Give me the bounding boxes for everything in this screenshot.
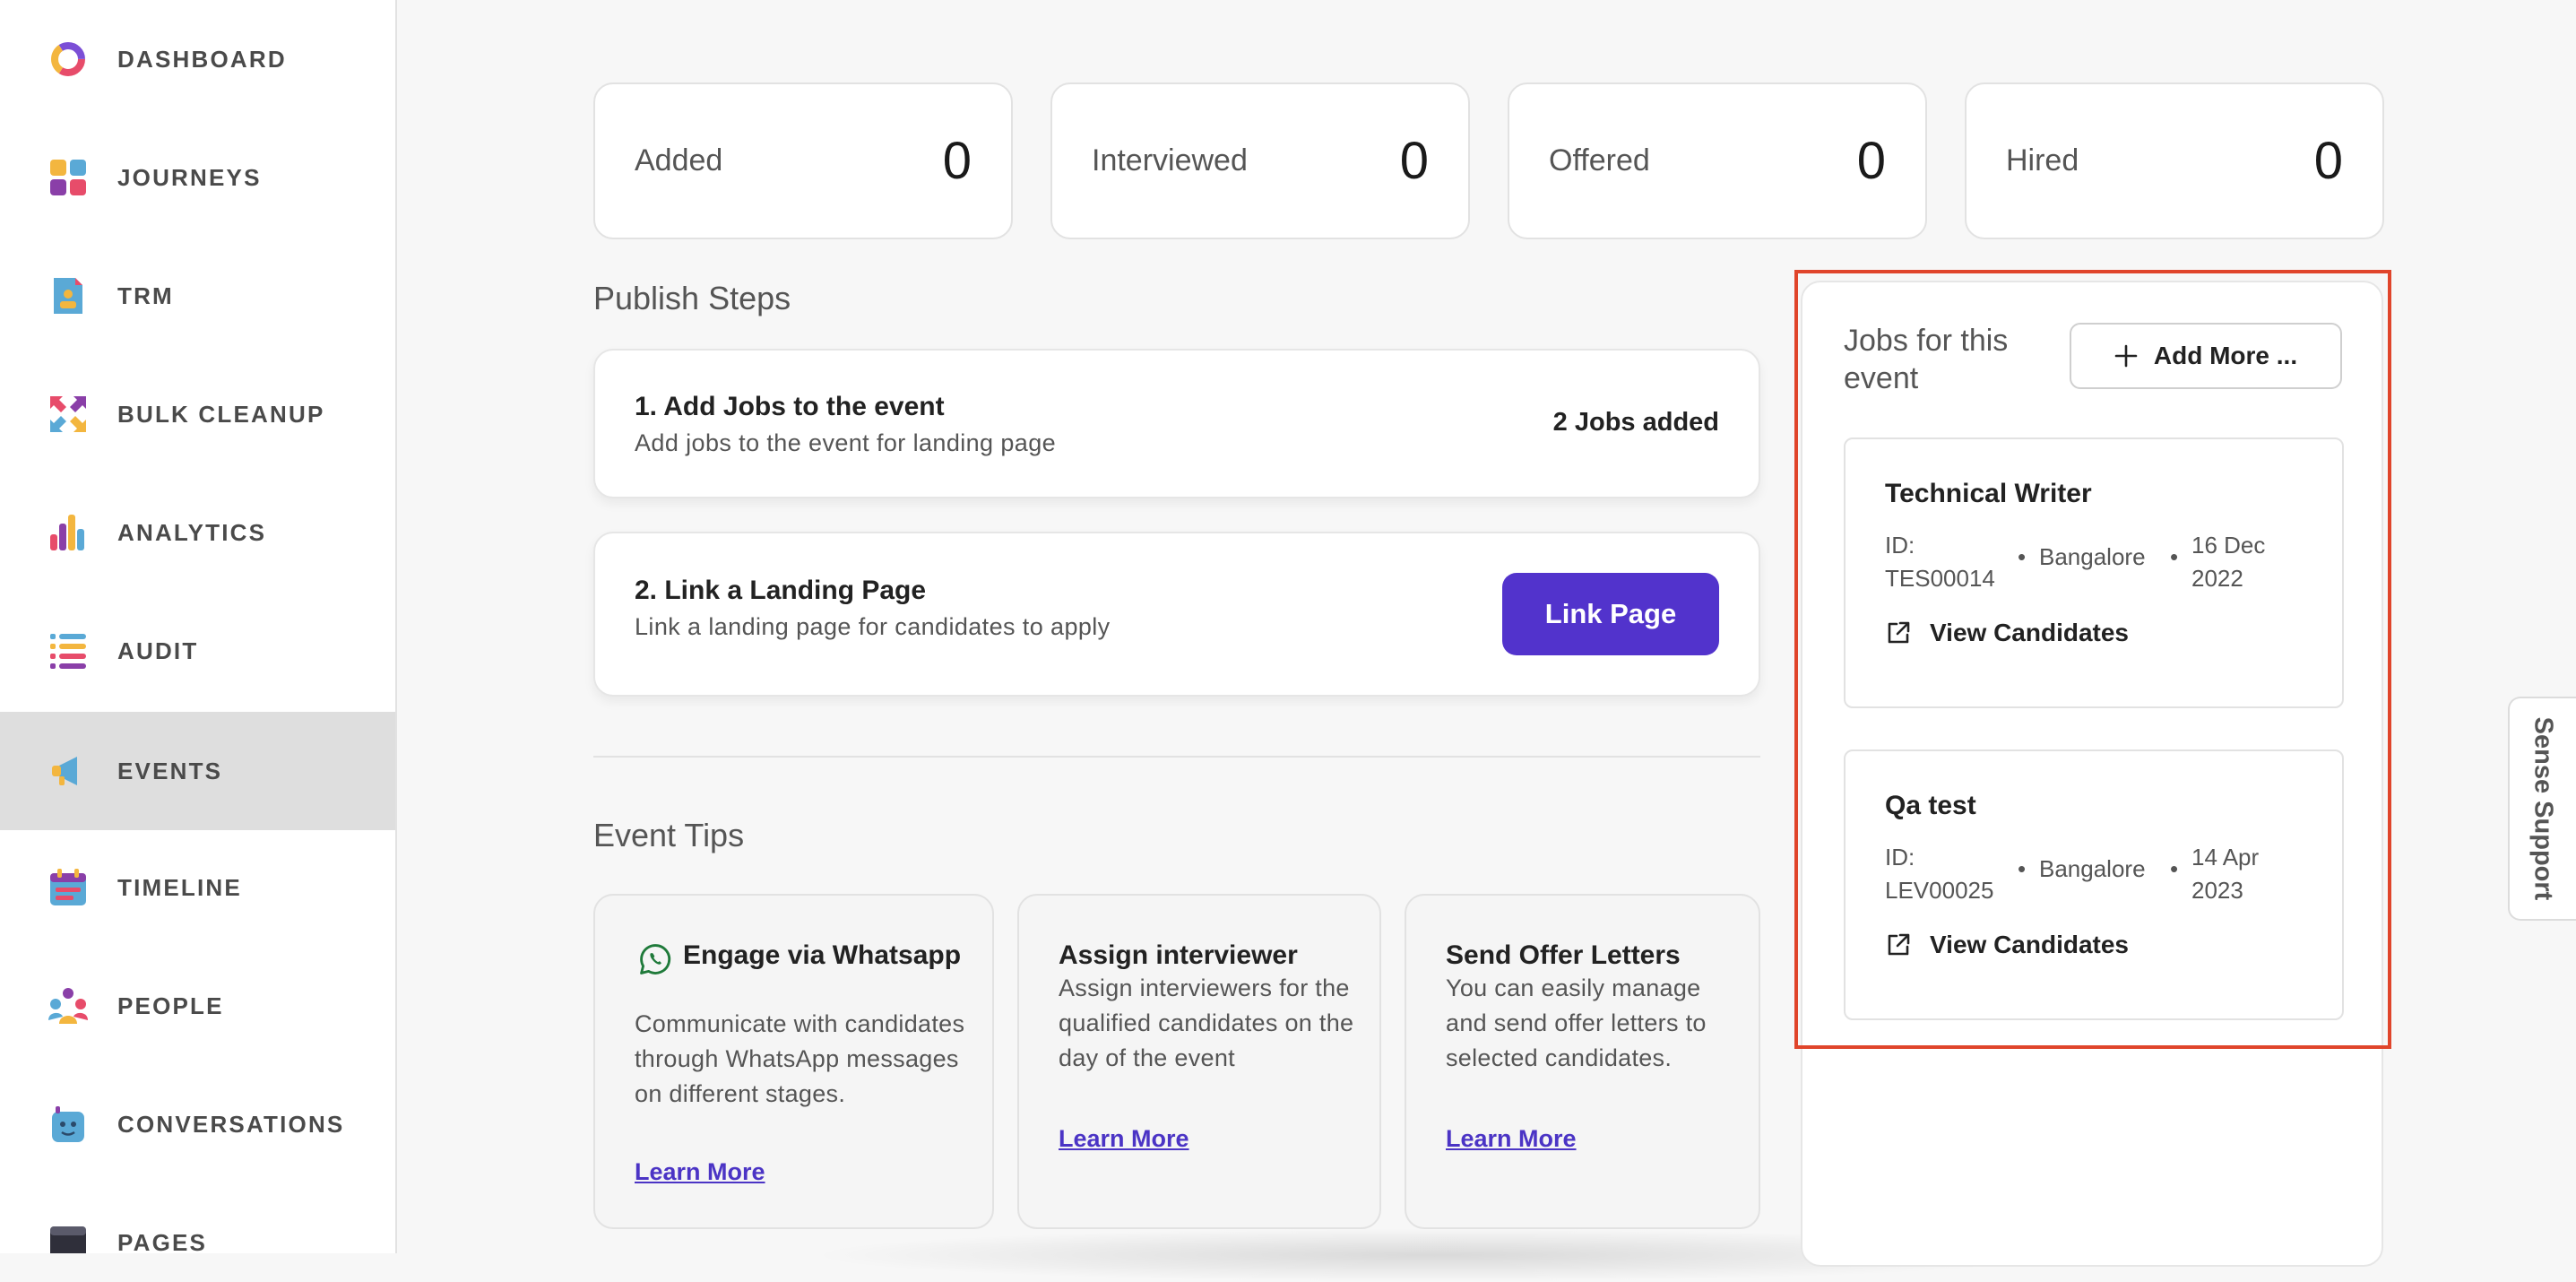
tip-body: You can easily manage and send offer let… [1446, 974, 1707, 1071]
step-link-landing-page: 2. Link a Landing Page Link a landing pa… [593, 532, 1760, 697]
job-id: ID: TES00014 [1885, 532, 1995, 592]
sidebar-item-bulk-cleanup[interactable]: BULK CLEANUP [0, 355, 395, 473]
add-more-jobs-button[interactable]: Add More ... [2070, 323, 2342, 389]
people-group-icon [48, 988, 88, 1024]
stat-value: 0 [1856, 132, 1886, 190]
job-date: 16 Dec 2022 [2191, 532, 2266, 592]
job-card-technical-writer: Technical Writer ID: TES00014 • Bangalor… [1844, 437, 2344, 708]
separator-dot-icon: • [2018, 855, 2027, 882]
sidebar-item-pages[interactable]: PAGES [0, 1183, 395, 1253]
view-candidates-label: View Candidates [1930, 931, 2130, 958]
external-link-icon [1888, 621, 1910, 644]
timeline-calendar-icon [50, 869, 86, 905]
learn-more-link[interactable]: Learn More [1446, 1125, 1577, 1153]
sidebar-item-analytics[interactable]: ANALYTICS [0, 473, 395, 592]
sidebar-item-conversations[interactable]: CONVERSATIONS [0, 1065, 395, 1183]
step-description: Link a landing page for candidates to ap… [635, 613, 1111, 640]
sidebar: DASHBOARD JOURNEYS TRM BULK CLEANUP ANAL… [0, 0, 397, 1253]
sense-support-tab[interactable]: Sense Support [2508, 697, 2576, 921]
jobs-panel: Jobs for this event Add More ... Technic… [1801, 281, 2383, 1267]
job-title: Qa test [1885, 791, 1976, 820]
job-date: 14 Apr 2023 [2191, 844, 2260, 904]
step-title: 1. Add Jobs to the event [635, 392, 945, 421]
stat-label: Offered [1549, 143, 1650, 178]
journeys-grid-icon [50, 160, 86, 195]
step-title: 2. Link a Landing Page [635, 576, 927, 605]
trm-document-icon [54, 278, 82, 314]
sidebar-item-label: ANALYTICS [117, 518, 267, 546]
pages-browser-icon [50, 1226, 86, 1253]
separator-dot-icon: • [2170, 855, 2179, 882]
sidebar-item-label: PEOPLE [117, 992, 224, 1019]
sidebar-item-label: TIMELINE [117, 873, 242, 901]
sidebar-item-trm[interactable]: TRM [0, 237, 395, 355]
stat-label: Interviewed [1092, 143, 1248, 178]
sidebar-item-label: PAGES [117, 1228, 208, 1254]
stat-card-offered: Offered 0 [1508, 82, 1927, 239]
tip-title: Assign interviewer [1059, 940, 1298, 970]
step-add-jobs: 1. Add Jobs to the event Add jobs to the… [593, 349, 1760, 498]
stat-value: 0 [942, 132, 972, 190]
sidebar-item-people[interactable]: PEOPLE [0, 947, 395, 1065]
learn-more-link[interactable]: Learn More [1059, 1125, 1189, 1153]
tip-card-whatsapp: Engage via Whatsapp Communicate with can… [593, 894, 994, 1229]
section-divider [593, 756, 1760, 758]
separator-dot-icon: • [2170, 543, 2179, 570]
whatsapp-icon [640, 944, 671, 974]
job-meta: ID: TES00014 • Bangalore • 16 Dec 2022 [1885, 529, 2315, 601]
sidebar-item-label: BULK CLEANUP [117, 400, 325, 428]
sidebar-item-dashboard[interactable]: DASHBOARD [0, 0, 395, 118]
learn-more-link[interactable]: Learn More [635, 1158, 765, 1186]
job-card-qa-test: Qa test ID: LEV00025 • Bangalore • 14 Ap… [1844, 749, 2344, 1020]
link-page-button[interactable]: Link Page [1502, 573, 1719, 655]
tip-title: Engage via Whatsapp [683, 940, 962, 970]
sense-support-label: Sense Support [2528, 716, 2558, 901]
sidebar-item-label: CONVERSATIONS [117, 1110, 345, 1138]
sidebar-item-label: DASHBOARD [117, 45, 287, 73]
view-candidates-link[interactable]: View Candidates [1885, 619, 2129, 647]
bulk-cleanup-arrows-icon [50, 396, 86, 432]
stat-value: 0 [2313, 132, 2343, 190]
event-tips-title: Event Tips [593, 817, 745, 853]
tip-body: Communicate with candidates through What… [635, 1010, 965, 1107]
sidebar-item-label: EVENTS [117, 757, 223, 784]
conversations-bot-icon [52, 1106, 84, 1142]
view-candidates-link[interactable]: View Candidates [1885, 931, 2129, 959]
analytics-bars-icon [50, 515, 84, 550]
stat-card-hired: Hired 0 [1965, 82, 2384, 239]
tip-card-offer-letters: Send Offer Letters You can easily manage… [1405, 894, 1760, 1229]
tip-title: Send Offer Letters [1446, 940, 1681, 970]
tip-card-assign-interviewer: Assign interviewer Assign interviewers f… [1017, 894, 1381, 1229]
stat-card-added: Added 0 [593, 82, 1013, 239]
sidebar-item-journeys[interactable]: JOURNEYS [0, 118, 395, 237]
job-meta: ID: LEV00025 • Bangalore • 14 Apr 2023 [1885, 841, 2315, 913]
sidebar-item-label: TRM [117, 282, 174, 309]
job-location: Bangalore [2039, 855, 2146, 882]
stat-label: Added [635, 143, 723, 178]
stat-label: Hired [2006, 143, 2079, 178]
add-more-label: Add More ... [2153, 342, 2298, 369]
view-candidates-label: View Candidates [1930, 619, 2130, 646]
publish-steps-title: Publish Steps [593, 280, 791, 316]
stat-value: 0 [1399, 132, 1429, 190]
events-megaphone-icon [52, 757, 77, 785]
job-location: Bangalore [2039, 543, 2146, 570]
job-id: ID: LEV00025 [1885, 844, 1994, 904]
job-title: Technical Writer [1885, 479, 2092, 508]
sidebar-item-events[interactable]: EVENTS [0, 712, 395, 830]
sidebar-item-label: JOURNEYS [117, 163, 262, 191]
audit-list-icon [50, 634, 86, 669]
external-link-icon [1888, 933, 1910, 956]
stat-card-interviewed: Interviewed 0 [1050, 82, 1470, 239]
sidebar-item-label: AUDIT [117, 637, 199, 664]
jobs-panel-title: Jobs for this event [1844, 324, 2009, 395]
dashboard-ring-icon [51, 42, 85, 76]
separator-dot-icon: • [2018, 543, 2027, 570]
plus-icon [2114, 344, 2138, 368]
sidebar-item-timeline[interactable]: TIMELINE [0, 828, 395, 947]
tip-body: Assign interviewers for the qualified ca… [1059, 974, 1354, 1071]
jobs-added-status: 2 Jobs added [1552, 408, 1719, 437]
sidebar-item-audit[interactable]: AUDIT [0, 592, 395, 710]
step-description: Add jobs to the event for landing page [635, 429, 1057, 456]
